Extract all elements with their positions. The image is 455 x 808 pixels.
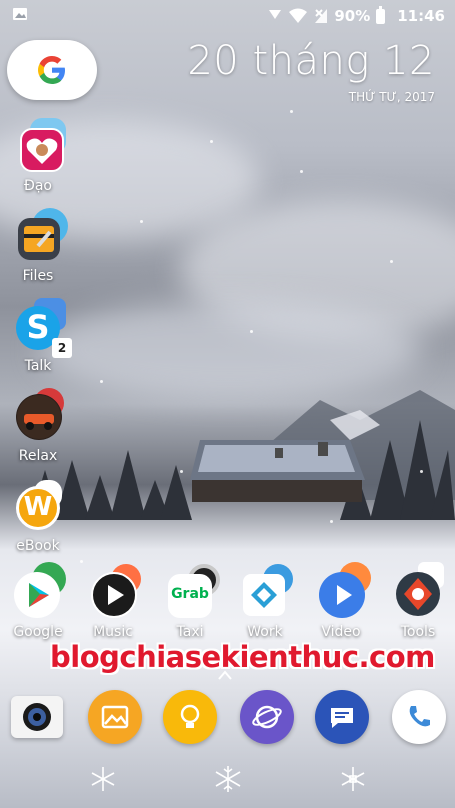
folder-files[interactable]: Files — [0, 208, 78, 284]
chevron-up-icon[interactable] — [218, 670, 232, 680]
phone-icon[interactable] — [392, 690, 446, 744]
folder-tools[interactable]: Tools — [380, 562, 455, 640]
grab-icon: Grab — [168, 574, 212, 618]
clock-date[interactable]: 20 tháng 12 — [187, 38, 435, 84]
navigation-bar — [0, 752, 455, 808]
app-label: Google — [13, 624, 63, 640]
app-label: Music — [93, 624, 133, 640]
snowflake-home-icon[interactable] — [213, 764, 243, 794]
folder-video[interactable]: Video — [303, 562, 379, 640]
heart-app-icon — [20, 128, 64, 172]
folder-ebook[interactable]: W eBook — [0, 478, 78, 554]
folder-dao[interactable]: Đạo — [0, 118, 78, 194]
notification-badge: 2 — [52, 338, 72, 358]
battery-percent: 90% — [334, 7, 371, 25]
messages-icon[interactable] — [315, 690, 369, 744]
folder-icons: Grab — [160, 562, 220, 622]
signal-icon — [269, 10, 282, 19]
folder-icons — [235, 562, 295, 622]
folder-label: Talk — [24, 358, 52, 374]
file-manager-icon — [18, 218, 60, 260]
music-play-icon — [91, 572, 137, 618]
folder-icons — [8, 388, 68, 446]
video-play-icon — [319, 572, 365, 618]
status-time: 11:46 — [397, 7, 445, 25]
image-icon — [13, 8, 27, 20]
folder-talk[interactable]: S 2 Talk — [0, 298, 78, 374]
dock — [0, 690, 455, 750]
tips-icon[interactable] — [163, 690, 217, 744]
google-search-widget[interactable] — [7, 40, 97, 100]
folder-icons — [8, 118, 68, 176]
wifi-icon — [289, 8, 308, 23]
app-label: Video — [321, 624, 361, 640]
snowflake-right-icon[interactable] — [338, 764, 368, 794]
folder-label: Files — [22, 268, 54, 284]
folder-music[interactable]: Music — [75, 562, 151, 640]
folder-label: Relax — [18, 448, 58, 464]
app-label: Tools — [400, 624, 436, 640]
folder-work[interactable]: Work — [227, 562, 303, 640]
folder-icons: S 2 — [8, 298, 72, 358]
folder-taxi[interactable]: Grab Taxi — [152, 562, 228, 640]
grab-logo-text: Grab — [171, 586, 209, 602]
watermark-text: blogchiasekienthuc.com — [50, 640, 435, 674]
folder-label: Đạo — [24, 178, 52, 194]
folder-icons — [311, 562, 371, 622]
internet-icon[interactable] — [240, 690, 294, 744]
home-app-row: Google Music Grab Taxi Work Video Tools — [0, 562, 455, 652]
folder-icons — [8, 208, 68, 266]
office-app-icon — [243, 574, 285, 616]
folder-relax[interactable]: Relax — [0, 388, 78, 464]
folder-label: eBook — [16, 538, 60, 554]
tools-app-icon — [396, 572, 440, 616]
folder-icons: W — [8, 478, 68, 536]
battery-icon — [376, 5, 386, 24]
google-icon — [38, 56, 65, 84]
folder-google[interactable]: Google — [0, 562, 76, 640]
clock-weekday-year[interactable]: THỨ TƯ, 2017 — [349, 90, 435, 104]
folder-icons — [8, 562, 68, 622]
app-label: Taxi — [176, 624, 204, 640]
folder-icons — [83, 562, 143, 622]
no-sim-icon — [315, 9, 328, 23]
status-bar: 90% 11:46 — [0, 0, 455, 32]
gallery-icon[interactable] — [88, 690, 142, 744]
game-app-icon — [16, 394, 62, 440]
camera-icon[interactable] — [11, 696, 63, 738]
snowflake-left-icon[interactable] — [88, 764, 118, 794]
play-store-icon — [14, 572, 60, 618]
folder-icons — [388, 562, 448, 622]
app-label: Work — [247, 624, 283, 640]
ebook-icon: W — [16, 486, 60, 530]
